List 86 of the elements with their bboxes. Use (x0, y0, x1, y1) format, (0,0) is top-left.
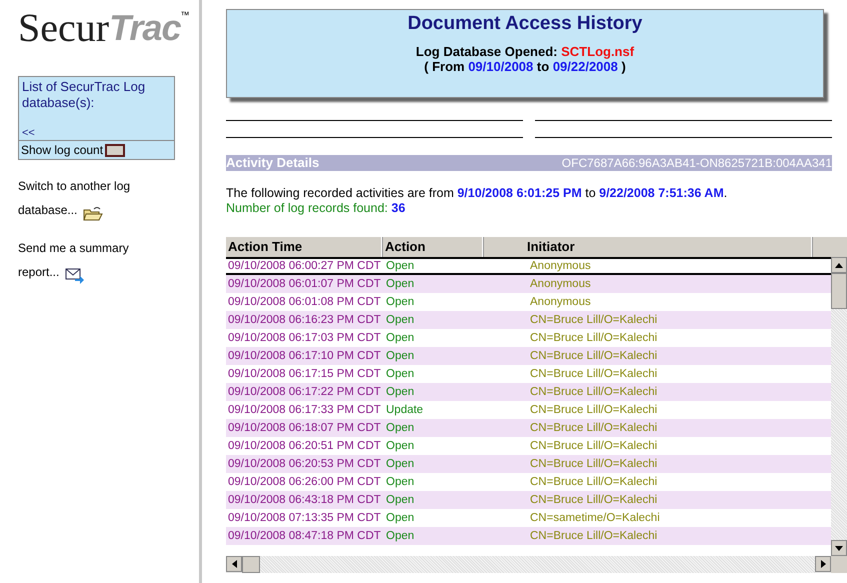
table-row[interactable]: 09/10/2008 06:17:22 PM CDT Open CN=Bruce Lill/O=Kalechi (226, 383, 831, 401)
initiator-cell-text: CN=Bruce Lill/O=Kalechi (530, 475, 658, 490)
initiator-cell-text: CN=Bruce Lill/O=Kalechi (530, 331, 658, 346)
action-time-cell-text: 09/10/2008 06:20:51 PM CDT (227, 439, 382, 454)
action-time-cell-text: 09/10/2008 06:20:53 PM CDT (227, 457, 382, 472)
initiator-cell-text: Anonymous (530, 295, 591, 310)
table-row[interactable]: 09/10/2008 06:16:23 PM CDT Open CN=Bruce Lill/O=Kalechi (226, 311, 831, 329)
initiator-cell-text: CN=Bruce Lill/O=Kalechi (530, 493, 658, 508)
initiator-cell-text: CN=Bruce Lill/O=Kalechi (530, 439, 658, 454)
range-end-date: 09/22/2008 (552, 59, 618, 74)
initiator-cell-text: CN=Bruce Lill/O=Kalechi (530, 421, 658, 436)
database-name: SCTLog.nsf (561, 44, 634, 59)
action-cell-text: Open (385, 421, 416, 436)
action-cell-text: Open (385, 493, 416, 508)
table-row[interactable]: 09/10/2008 08:47:18 PM CDT Open CN=Bruce Lill/O=Kalechi (226, 527, 831, 545)
database-list-title: List of SecurTrac Log database(s): (21, 78, 146, 112)
page-title: Document Access History (406, 13, 644, 35)
range-start-date: 09/10/2008 (468, 59, 534, 74)
action-cell-text: Open (385, 331, 416, 346)
action-cell-text: Open (385, 511, 416, 526)
action-time-cell-text: 09/10/2008 06:16:23 PM CDT (227, 313, 382, 328)
document-id: OFC7687A66:96A3AB41-ON8625721B:004AA341 (562, 155, 832, 171)
record-count-label: Number of log records found: (226, 201, 388, 215)
initiator-cell-text: CN=Bruce Lill/O=Kalechi (530, 313, 658, 328)
table-row[interactable]: 09/10/2008 06:18:07 PM CDT Open CN=Bruce Lill/O=Kalechi (226, 419, 831, 437)
show-log-count-button[interactable] (105, 144, 126, 156)
back-link[interactable]: << (22, 127, 35, 139)
initiator-cell-text: Anonymous (530, 277, 591, 292)
database-label: Log Database Opened: (416, 44, 558, 59)
action-time-cell-text: 09/10/2008 06:26:00 PM CDT (227, 475, 382, 490)
trademark-mark: ™ (180, 10, 190, 20)
logo-text-accent: Trac (109, 6, 180, 50)
action-time-cell-text: 09/10/2008 06:17:03 PM CDT (227, 331, 382, 346)
action-cell-text: Open (385, 529, 416, 544)
action-time-cell-text: 09/10/2008 06:17:10 PM CDT (227, 349, 382, 364)
show-log-count-label: Show log count (21, 143, 104, 157)
initiator-cell-text: CN=Bruce Lill/O=Kalechi (530, 349, 658, 364)
table-row[interactable]: 09/10/2008 06:01:07 PM CDT Open Anonymous (226, 275, 831, 293)
initiator-cell-text: CN=Bruce Lill/O=Kalechi (530, 385, 658, 400)
action-time-cell-text: 09/10/2008 07:13:35 PM CDT (227, 511, 382, 526)
initiator-cell-text: CN=Bruce Lill/O=Kalechi (530, 367, 658, 382)
action-time-cell-text: 09/10/2008 06:18:07 PM CDT (227, 421, 382, 436)
record-count: 36 (391, 201, 406, 215)
action-cell-text: Open (385, 385, 416, 400)
table-row[interactable]: 09/10/2008 06:20:53 PM CDT Open CN=Bruce Lill/O=Kalechi (226, 455, 831, 473)
action-cell-text: Open (385, 349, 416, 364)
action-cell-text: Update (385, 403, 424, 418)
logo-text: Secur (18, 6, 110, 50)
mail-arrow-icon[interactable] (64, 268, 85, 284)
initiator-cell-text: CN=Bruce Lill/O=Kalechi (530, 457, 658, 472)
folder-icon[interactable] (82, 206, 103, 222)
scrollbar-corner (831, 556, 847, 573)
action-cell-text: Open (385, 259, 416, 273)
initiator-cell-text: CN=Bruce Lill/O=Kalechi (530, 403, 658, 418)
scroll-thumb[interactable] (831, 273, 847, 309)
action-time-cell-text: 09/10/2008 06:01:08 PM CDT (227, 295, 382, 310)
action-time-cell-text: 09/10/2008 06:17:33 PM CDT (227, 403, 382, 418)
action-cell-text: Open (385, 439, 416, 454)
table-row[interactable]: 09/10/2008 06:00:27 PM CDT Open Anonymous (226, 257, 831, 275)
table-row[interactable]: 09/10/2008 06:17:10 PM CDT Open CN=Bruce Lill/O=Kalechi (226, 347, 831, 365)
scroll-thumb[interactable] (242, 556, 260, 573)
action-time-cell-text: 09/10/2008 06:17:22 PM CDT (227, 385, 382, 400)
initiator-cell: Anonymous (530, 259, 591, 273)
horizontal-scrollbar[interactable] (226, 556, 847, 573)
table-row[interactable]: 09/10/2008 06:43:18 PM CDT Open CN=Bruce Lill/O=Kalechi (226, 491, 831, 509)
section-title: Activity Details (226, 155, 320, 171)
action-cell-text: Open (385, 475, 416, 490)
action-time-cell-text: 09/10/2008 06:17:15 PM CDT (227, 367, 382, 382)
action-cell-text: Open (385, 313, 416, 328)
action-cell-text: Open (385, 367, 416, 382)
initiator-cell-text: CN=Bruce Lill/O=Kalechi (530, 529, 658, 544)
action-time-cell-text: 09/10/2008 06:43:18 PM CDT (227, 493, 382, 508)
sidebar-link[interactable]: Send me a summary report... (18, 236, 148, 284)
action-time-cell-text: 09/10/2008 06:00:27 PM CDT (227, 259, 382, 273)
action-cell-text: Open (385, 277, 416, 292)
action-cell-text: Open (385, 295, 416, 310)
initiator-cell-text: CN=sametime/O=Kalechi (530, 511, 660, 526)
range-close: ) (622, 59, 626, 74)
activity-range-text: The following recorded activities are from 9/10/2008 6:01:25 PM to 9/22/2008 7:51:36 AM. (226, 186, 728, 200)
action-cell-text: Open (385, 457, 416, 472)
action-time-cell-text: 09/10/2008 06:01:07 PM CDT (227, 277, 382, 292)
action-time-cell-text: 09/10/2008 08:47:18 PM CDT (227, 529, 382, 544)
sidebar-link[interactable]: Switch to another log database... (18, 174, 148, 222)
vertical-scrollbar[interactable] (831, 257, 847, 556)
range-separator: to (536, 59, 550, 74)
range-label: ( From (424, 59, 465, 74)
